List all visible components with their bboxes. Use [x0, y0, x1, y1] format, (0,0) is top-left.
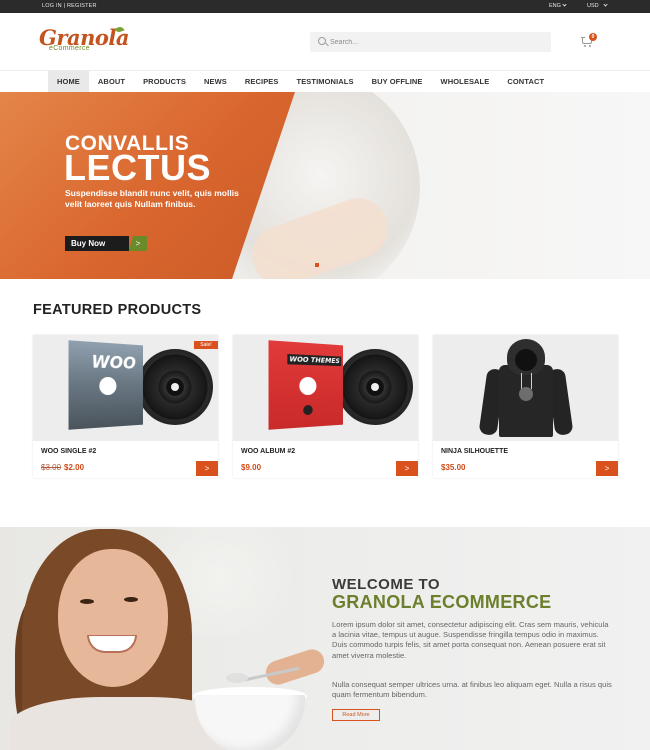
product-card[interactable]: WOO Sale! WOO SINGLE #2 $3.00 $2.00 >	[33, 335, 218, 478]
add-to-cart-button[interactable]: >	[596, 461, 618, 476]
chevron-down-icon	[603, 2, 608, 7]
sale-badge: Sale!	[194, 341, 218, 349]
skull-icon	[303, 404, 313, 416]
hoodie-image	[478, 339, 574, 439]
arrow-right-icon: >	[129, 236, 147, 251]
add-to-cart-button[interactable]: >	[396, 461, 418, 476]
read-more-button[interactable]: Read More	[332, 709, 380, 721]
product-name[interactable]: WOO SINGLE #2	[41, 448, 96, 455]
language-value: ENG	[549, 3, 561, 9]
product-name[interactable]: NINJA SILHOUETTE	[441, 448, 508, 455]
hoodie-drawstring	[521, 373, 522, 389]
currency-selector[interactable]: USD	[587, 2, 608, 9]
welcome-paragraph: Lorem ipsum dolor sit amet, consectetur …	[332, 620, 609, 660]
hero-title: LECTUS	[64, 147, 211, 188]
logo-subtitle: eCommerce	[49, 45, 90, 52]
product-price: $35.00	[441, 463, 465, 472]
product-current-price: $9.00	[241, 463, 262, 472]
welcome-paragraph: Nulla consequat semper ultrices urna. at…	[332, 680, 612, 700]
main-nav: HOME ABOUT PRODUCTS NEWS RECIPES TESTIMO…	[0, 71, 650, 92]
hoodie-body	[499, 365, 553, 437]
record-hole	[171, 383, 179, 391]
product-price: $9.00	[241, 463, 261, 472]
product-card[interactable]: WOO THEMES WOO ALBUM #2 $9.00 >	[233, 335, 418, 478]
language-selector[interactable]: ENG	[549, 2, 567, 9]
cart-count-badge: 0	[589, 33, 597, 41]
nav-item-testimonials[interactable]: TESTIMONIALS	[288, 71, 363, 92]
chevron-down-icon	[562, 2, 567, 7]
sleeve-art-circle	[299, 376, 317, 396]
account-links: LOG IN | REGISTER	[42, 3, 97, 9]
welcome-section: WELCOME TO GRANOLA ECOMMERCE Lorem ipsum…	[0, 527, 650, 750]
register-link[interactable]: REGISTER	[67, 3, 97, 9]
top-bar: LOG IN | REGISTER ENG USD	[0, 0, 650, 13]
currency-value: USD	[587, 3, 599, 9]
cart-icon-wheel	[584, 45, 586, 47]
site-logo[interactable]: Granola eCommerce	[39, 25, 129, 55]
add-to-cart-button[interactable]: >	[196, 461, 218, 476]
welcome-photo-spoon-head	[226, 673, 248, 683]
vinyl-record-image	[137, 349, 213, 425]
ninja-logo-icon	[519, 387, 533, 401]
product-card[interactable]: NINJA SILHOUETTE $35.00 >	[433, 335, 618, 478]
cart-icon-wheel	[589, 45, 591, 47]
nav-item-news[interactable]: NEWS	[195, 71, 236, 92]
welcome-kicker: WELCOME TO	[332, 576, 441, 593]
product-image[interactable]: WOO Sale!	[33, 335, 218, 441]
welcome-title: GRANOLA ECOMMERCE	[332, 592, 552, 612]
hero-description: Suspendisse blandit nunc velit, quis mol…	[65, 188, 239, 209]
record-sleeve-image: WOO	[68, 340, 143, 430]
hoodie-drawstring	[531, 373, 532, 389]
featured-products-heading: FEATURED PRODUCTS	[33, 302, 202, 318]
product-image[interactable]	[433, 335, 618, 441]
search-bar	[310, 32, 551, 52]
product-current-price: $35.00	[441, 463, 466, 472]
vinyl-record-image	[337, 349, 413, 425]
hoodie-opening	[515, 349, 537, 371]
sleeve-art-circle	[99, 376, 117, 396]
welcome-photo-face	[58, 549, 168, 687]
search-icon[interactable]	[318, 37, 326, 45]
nav-item-contact[interactable]: CONTACT	[498, 71, 553, 92]
nav-item-about[interactable]: ABOUT	[89, 71, 134, 92]
hero-slider: CONVALLIS LECTUS Suspendisse blandit nun…	[0, 92, 650, 279]
record-hole	[371, 383, 379, 391]
welcome-photo-eye	[124, 597, 138, 602]
record-sleeve-image: WOO THEMES	[268, 340, 343, 430]
nav-item-products[interactable]: PRODUCTS	[134, 71, 195, 92]
product-price: $3.00 $2.00	[41, 463, 84, 472]
product-old-price: $3.00	[41, 463, 62, 472]
buy-now-button[interactable]: Buy Now >	[65, 236, 147, 251]
nav-item-buy-offline[interactable]: BUY OFFLINE	[363, 71, 432, 92]
product-image[interactable]: WOO THEMES	[233, 335, 418, 441]
product-current-price: $2.00	[64, 463, 85, 472]
product-name[interactable]: WOO ALBUM #2	[241, 448, 295, 455]
site-header: Granola eCommerce 0	[0, 13, 650, 71]
nav-item-home[interactable]: HOME	[48, 71, 89, 92]
cart-button[interactable]: 0	[581, 33, 597, 49]
nav-item-wholesale[interactable]: WHOLESALE	[432, 71, 499, 92]
nav-item-recipes[interactable]: RECIPES	[236, 71, 288, 92]
link-separator: |	[63, 3, 66, 9]
buy-now-label: Buy Now	[65, 236, 129, 251]
welcome-photo-eye	[80, 599, 94, 604]
search-input[interactable]	[330, 35, 540, 49]
sleeve-art-text: WOO THEMES	[287, 353, 342, 367]
sleeve-art-text: WOO	[91, 352, 136, 374]
slider-dot[interactable]	[315, 263, 319, 267]
login-link[interactable]: LOG IN	[42, 3, 62, 9]
